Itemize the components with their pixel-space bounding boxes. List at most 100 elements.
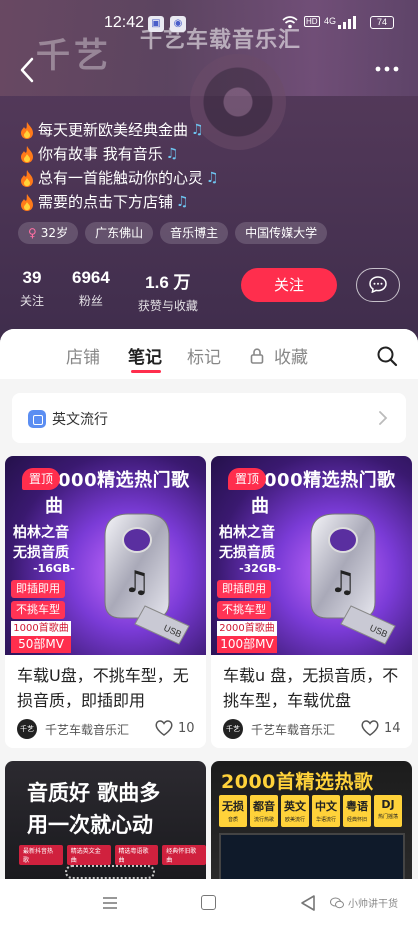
- cover-chips: 最新抖音热歌 精选英文金曲 精选粤语歌曲 经典怀旧歌曲: [19, 845, 206, 865]
- back-arrow-icon[interactable]: [16, 56, 40, 84]
- cover-text: 用一次就心动: [27, 813, 153, 837]
- profile-bio: 每天更新欧美经典金曲 ♫ 你有故事 我有音乐 ♫ 总有一首能触动你的心灵 ♫ 需…: [20, 118, 219, 214]
- search-icon[interactable]: [376, 345, 398, 367]
- fire-emoji-icon: [21, 121, 33, 139]
- note-cover-image: 2000精选热门歌曲 置顶 柏林之音 无损音质 -32GB- 即插即用 不挑车型…: [211, 456, 412, 655]
- profile-stats: 39 关注 6964 粉丝 1.6 万 获赞与收藏: [20, 268, 226, 314]
- back-triangle-icon[interactable]: [300, 894, 316, 912]
- tag-label: 中国传媒大学: [245, 226, 318, 240]
- cover-chip: 经典怀旧歌曲: [162, 845, 206, 865]
- cover-badge: 即插即用: [217, 580, 271, 598]
- bio-line: 总有一首能触动你的心灵 ♫: [20, 166, 219, 190]
- music-note-icon: ♫: [191, 122, 204, 138]
- car-screen-graphic: [219, 833, 405, 879]
- bio-text: 需要的点击下方店铺: [38, 193, 174, 211]
- cover-badge: 不挑车型: [217, 601, 271, 619]
- music-note-icon: ♫: [176, 194, 189, 210]
- keychain-graphic: [65, 865, 155, 879]
- music-note-icon: ♫: [165, 146, 179, 162]
- watermark-text: 小帅讲干货: [348, 899, 398, 910]
- home-icon[interactable]: [201, 895, 216, 910]
- music-note-icon: ♫: [206, 170, 219, 186]
- recent-apps-icon[interactable]: [102, 896, 118, 910]
- like-count: 10: [178, 720, 195, 736]
- bio-line: 需要的点击下方店铺 ♫: [20, 190, 219, 214]
- stat-value: 39: [22, 268, 42, 287]
- network-type: 4G: [324, 16, 337, 26]
- tab-collections[interactable]: 收藏: [274, 343, 308, 368]
- stat-followers[interactable]: 6964 粉丝: [72, 268, 110, 314]
- bio-text: 你有故事 我有音乐: [38, 145, 163, 163]
- bio-text: 总有一首能触动你的心灵: [38, 169, 204, 187]
- profile-header: 千艺 千艺车载音乐汇 12:42 ▣ ◉ HD 4G 74 每天更新欧美经典金曲…: [0, 0, 418, 345]
- collection-label: 英文流行: [52, 412, 108, 428]
- cover-chip: 粤语 经典怀旧: [343, 795, 371, 827]
- cover-badge: 不挑车型: [11, 601, 65, 619]
- note-title: 车载U盘，不挑车型，无损音质，即插即用: [17, 666, 189, 710]
- collection-icon: [28, 410, 46, 428]
- tag-label: 广东佛山: [95, 226, 144, 240]
- wechat-icon: [330, 897, 344, 908]
- pinned-badge: 置顶: [228, 468, 266, 490]
- like-button[interactable]: 14: [361, 720, 401, 736]
- stat-value: 6964: [72, 268, 110, 287]
- cover-chip: 最新抖音热歌: [19, 845, 63, 865]
- svg-text:♫: ♫: [330, 565, 357, 600]
- stat-label: 关注: [20, 294, 45, 308]
- note-author[interactable]: 千艺 千艺车载音乐汇: [17, 719, 129, 739]
- follow-button[interactable]: 关注: [241, 268, 337, 302]
- bio-text: 每天更新欧美经典金曲: [38, 121, 189, 139]
- note-card[interactable]: 音质好 歌曲多 用一次就心动 最新抖音热歌 精选英文金曲 精选粤语歌曲 经典怀旧…: [5, 761, 206, 879]
- like-button[interactable]: 10: [155, 720, 195, 736]
- more-options-icon[interactable]: [374, 60, 400, 78]
- note-author[interactable]: 千艺 千艺车载音乐汇: [223, 719, 335, 739]
- wifi-icon: [282, 16, 298, 29]
- message-button[interactable]: [356, 268, 400, 302]
- tab-notes[interactable]: 笔记: [128, 343, 162, 368]
- svg-text:♫: ♫: [124, 565, 151, 600]
- female-gender-icon: ♀: [28, 226, 37, 240]
- cover-chip: 精选英文金曲: [66, 845, 111, 865]
- cover-text: -32GB-: [239, 562, 281, 575]
- pinned-badge: 置顶: [22, 468, 60, 490]
- watermark: 小帅讲干货: [330, 895, 398, 910]
- cover-chip: DJ 热门摇荡: [374, 795, 402, 827]
- stat-label: 获赞与收藏: [137, 299, 198, 313]
- cover-chips: 无损 音质 都音 流行热歌 英文 欧美流行 中文 华语流行 粤语 经典怀旧 DJ 热门摇荡: [219, 795, 402, 827]
- avatar: 千艺: [17, 719, 37, 739]
- hd-indicator: HD: [304, 16, 320, 27]
- cover-chip: 无损 音质: [219, 795, 247, 827]
- cover-text: -16GB-: [33, 562, 75, 575]
- stat-label: 粉丝: [78, 294, 103, 308]
- note-card[interactable]: 2000精选热门歌曲 置顶 柏林之音 无损音质 -16GB- 即插即用 不挑车型…: [5, 456, 206, 748]
- tab-shop[interactable]: 店铺: [66, 343, 100, 368]
- usb-drive-icon: ♫ USB: [310, 513, 396, 645]
- signal-icon: [338, 16, 356, 29]
- content-sheet: 店铺 笔记 标记 收藏 英文流行 2000精选热门歌曲 置顶 柏林之音 无损音质…: [0, 329, 418, 879]
- like-count: 14: [384, 720, 401, 736]
- chat-bubble-icon: [369, 276, 387, 293]
- chevron-right-icon: [379, 411, 388, 425]
- battery-icon: 74: [370, 16, 394, 29]
- cover-badge: 1000首歌曲: [11, 621, 71, 636]
- author-name: 千艺车载音乐汇: [45, 722, 130, 737]
- cover-badge: 50部MV: [11, 636, 71, 653]
- note-card[interactable]: 2000精选热门歌曲 置顶 柏林之音 无损音质 -32GB- 即插即用 不挑车型…: [211, 456, 412, 748]
- collection-entry[interactable]: 英文流行: [12, 393, 406, 443]
- lock-icon: [250, 348, 264, 364]
- tag-school: 中国传媒大学: [235, 222, 328, 244]
- tag-role: 音乐博主: [160, 222, 229, 244]
- fire-emoji-icon: [21, 193, 33, 211]
- cover-chip: 精选粤语歌曲: [114, 845, 159, 865]
- note-cover-image: 2000精选热门歌曲 置顶 柏林之音 无损音质 -16GB- 即插即用 不挑车型…: [5, 456, 206, 655]
- notification-app-icon-2: ◉: [170, 16, 186, 32]
- stat-value: 1.6 万: [145, 273, 191, 292]
- usb-drive-icon: ♫ USB: [104, 513, 190, 645]
- note-card[interactable]: 2000首精选热歌 无损 音质 都音 流行热歌 英文 欧美流行 中文 华语流行 粤语 经典…: [211, 761, 412, 879]
- tab-marks[interactable]: 标记: [187, 343, 221, 368]
- cover-chip: 中文 华语流行: [312, 795, 340, 827]
- stat-following[interactable]: 39 关注: [20, 268, 44, 314]
- cover-text: 音质好 歌曲多: [27, 781, 161, 805]
- cover-text: 柏林之音: [219, 525, 275, 541]
- stat-likes-collects[interactable]: 1.6 万 获赞与收藏: [138, 268, 198, 314]
